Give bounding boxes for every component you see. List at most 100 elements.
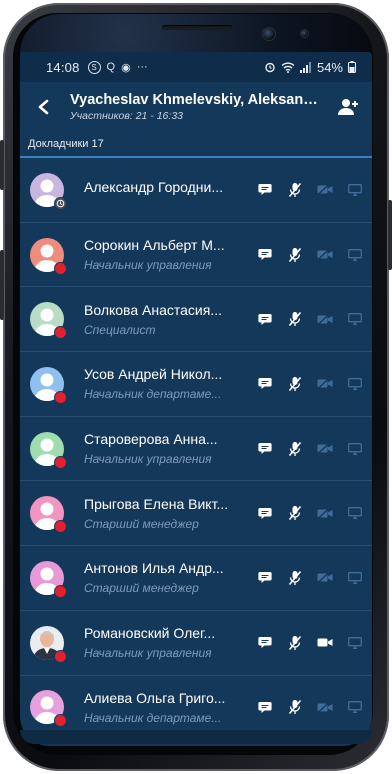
monitor-icon <box>348 442 362 455</box>
screen-share-button[interactable] <box>340 248 370 261</box>
chat-button[interactable] <box>250 377 280 390</box>
video-off-icon <box>317 378 333 390</box>
avatar[interactable] <box>30 172 67 210</box>
chat-button[interactable] <box>250 183 280 196</box>
mute-button[interactable] <box>280 699 310 715</box>
app-screen: 14:08 S Q ◉ ··· 54% Vyacheslav Khmelevsk… <box>20 52 372 746</box>
chat-bubble-icon <box>258 249 272 261</box>
add-participant-button[interactable] <box>334 93 362 121</box>
video-button[interactable] <box>310 249 340 261</box>
avatar[interactable] <box>30 496 67 534</box>
screen-share-button[interactable] <box>340 701 370 714</box>
video-off-icon <box>317 701 333 713</box>
avatar[interactable] <box>30 302 67 340</box>
participant-role: Старший менеджер <box>84 516 199 531</box>
screen-share-button[interactable] <box>340 313 370 326</box>
video-button[interactable] <box>310 507 340 519</box>
skype-notification-icon: S <box>87 60 101 74</box>
monitor-icon <box>348 248 362 261</box>
add-person-icon <box>338 99 358 115</box>
participant-row[interactable]: Староверова Анна... Начальник управления <box>20 417 372 482</box>
wifi-icon <box>281 62 295 73</box>
participant-row[interactable]: Александр Городни... <box>20 158 372 223</box>
video-button[interactable] <box>310 637 340 648</box>
mute-button[interactable] <box>280 635 310 651</box>
video-off-icon <box>317 443 333 455</box>
monitor-icon <box>348 377 362 390</box>
microphone-muted-icon <box>288 441 302 456</box>
chat-bubble-icon <box>258 184 272 196</box>
mute-button[interactable] <box>280 441 310 457</box>
chat-button[interactable] <box>250 571 280 584</box>
chat-bubble-icon <box>258 701 272 713</box>
microphone-muted-icon <box>288 182 302 197</box>
monitor-icon <box>348 636 362 649</box>
monitor-icon <box>348 572 362 584</box>
chat-button[interactable] <box>250 313 280 326</box>
participant-row[interactable]: Сорокин Альберт М... Начальник управлени… <box>20 223 372 288</box>
video-button[interactable] <box>310 184 340 196</box>
avatar[interactable] <box>30 560 67 598</box>
microphone-muted-icon <box>288 700 302 715</box>
status-away-badge <box>54 196 67 210</box>
chat-button[interactable] <box>250 701 280 714</box>
battery-percent: 54% <box>316 59 343 75</box>
search-notification-icon: Q <box>106 61 116 73</box>
status-time: 14:08 <box>46 59 80 75</box>
screen-share-button[interactable] <box>340 183 370 196</box>
status-busy-badge <box>54 326 67 340</box>
mute-button[interactable] <box>280 247 310 263</box>
chat-button[interactable] <box>250 636 280 649</box>
avatar[interactable] <box>30 366 67 404</box>
screen-share-button[interactable] <box>340 507 370 520</box>
presenters-section-label: Докладчики 17 <box>28 138 104 150</box>
microphone-muted-icon <box>288 376 302 391</box>
video-button[interactable] <box>310 378 340 390</box>
mute-button[interactable] <box>280 570 310 586</box>
participant-row[interactable]: Антонов Илья Андр... Старший менеджер <box>20 546 372 611</box>
participant-row[interactable]: Усов Андрей Никол... Начальник департаме… <box>20 352 372 417</box>
video-button[interactable] <box>310 572 340 584</box>
mute-button[interactable] <box>280 182 310 198</box>
screen-share-button[interactable] <box>340 636 370 649</box>
participant-row[interactable]: Прыгова Елена Викт... Старший менеджер <box>20 481 372 547</box>
more-notifications-icon: ··· <box>136 61 148 73</box>
chat-button[interactable] <box>250 442 280 455</box>
avatar[interactable] <box>30 625 67 663</box>
chat-bubble-icon <box>258 313 272 325</box>
video-off-icon <box>317 572 333 584</box>
microphone-muted-icon <box>288 247 302 262</box>
participant-name: Алиева Ольга Григо... <box>84 689 226 706</box>
mute-button[interactable] <box>280 505 310 521</box>
chat-bubble-icon <box>258 507 272 519</box>
earpiece-speaker <box>162 25 232 30</box>
video-off-icon <box>317 184 333 196</box>
sensor-icon <box>300 29 309 38</box>
screen-share-button[interactable] <box>340 377 370 390</box>
video-off-icon <box>317 313 333 325</box>
screen-share-button[interactable] <box>340 572 370 584</box>
video-button[interactable] <box>310 443 340 455</box>
status-busy-badge <box>54 455 67 469</box>
monitor-icon <box>348 507 362 520</box>
monitor-icon <box>348 313 362 326</box>
chat-button[interactable] <box>250 507 280 520</box>
monitor-icon <box>348 183 362 196</box>
participant-row[interactable]: Волкова Анастасия... Специалист <box>20 287 372 353</box>
back-button[interactable] <box>32 95 56 119</box>
battery-icon <box>348 61 356 73</box>
screen-share-button[interactable] <box>340 442 370 455</box>
status-busy-badge <box>54 390 67 404</box>
alarm-icon <box>265 62 275 73</box>
mute-button[interactable] <box>280 376 310 392</box>
avatar[interactable] <box>30 690 67 728</box>
participant-role: Специалист <box>84 322 156 337</box>
participants-list: Александр Городни... Сорокин Альберт М..… <box>20 158 372 741</box>
avatar[interactable] <box>30 431 67 469</box>
chat-button[interactable] <box>250 248 280 261</box>
mute-button[interactable] <box>280 311 310 327</box>
video-button[interactable] <box>310 701 340 713</box>
avatar[interactable] <box>30 237 67 275</box>
participant-row[interactable]: Романовский Олег... Начальник управления <box>20 611 372 676</box>
video-button[interactable] <box>310 313 340 325</box>
